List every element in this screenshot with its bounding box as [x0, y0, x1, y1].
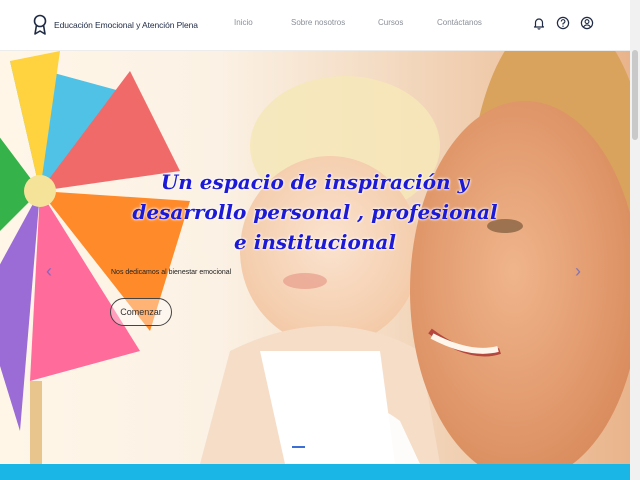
scrollbar-thumb[interactable]: [632, 50, 638, 140]
carousel-indicator-1[interactable]: [292, 446, 305, 448]
carousel-indicator-3[interactable]: [324, 446, 337, 448]
comenzar-button[interactable]: Comenzar: [110, 298, 172, 326]
help-circle-icon[interactable]: [556, 16, 570, 30]
nav-link-contactanos[interactable]: Contáctanos: [437, 18, 482, 27]
ribbon-award-icon: [33, 14, 47, 35]
nav-link-cursos[interactable]: Cursos: [378, 18, 403, 27]
page-scrollbar[interactable]: [630, 0, 640, 480]
hero-background-image: [0, 51, 630, 464]
nav-link-inicio[interactable]: Inicio: [234, 18, 253, 27]
carousel-indicators: [292, 446, 337, 448]
brand[interactable]: Educación Emocional y Atención Plena: [32, 14, 198, 36]
nav-link-sobre-nosotros[interactable]: Sobre nosotros: [291, 18, 345, 27]
navbar: Educación Emocional y Atención Plena Ini…: [0, 0, 630, 51]
hero-carousel: Un espacio de inspiración y desarrollo p…: [0, 51, 630, 464]
carousel-prev-arrow[interactable]: ‹: [46, 261, 52, 282]
carousel-indicator-2[interactable]: [308, 446, 321, 448]
brand-name: Educación Emocional y Atención Plena: [54, 20, 198, 30]
accent-band: [0, 464, 630, 480]
bell-icon[interactable]: [532, 16, 546, 30]
carousel-next-arrow[interactable]: ›: [575, 261, 581, 282]
user-circle-icon[interactable]: [580, 16, 594, 30]
hero-subtitle: Nos dedicamos al bienestar emocional: [111, 269, 232, 276]
hero-title: Un espacio de inspiración y desarrollo p…: [132, 170, 498, 254]
